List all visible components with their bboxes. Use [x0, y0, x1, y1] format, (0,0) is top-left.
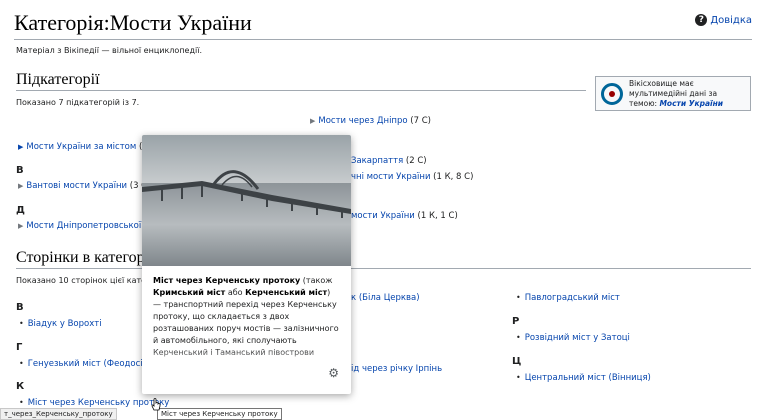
popup-bold-title: Міст через Керченську протоку: [153, 276, 301, 285]
letter-heading: В: [16, 302, 24, 313]
bullet: •: [19, 359, 24, 368]
subcat-link[interactable]: чні мости України: [351, 172, 430, 182]
page-link-label[interactable]: ід через річку Ірпінь: [351, 364, 442, 374]
commons-link[interactable]: Мости України: [659, 99, 723, 108]
expand-triangle-icon[interactable]: ▶: [310, 117, 315, 125]
bridge-photo[interactable]: [142, 135, 351, 266]
page-link-pavlohrad[interactable]: • Павлоградський міст: [516, 293, 620, 303]
subcat-mosty-ukrainy[interactable]: мости України (1 К, 1 С): [351, 211, 458, 221]
subcat-mosty-za-mistom[interactable]: ▶Мости України за містом (1: [18, 142, 148, 152]
subcat-count: (7 С): [410, 116, 431, 126]
pages-count: Показано 10 сторінок цієї катег: [16, 276, 151, 285]
subcat-dnipro[interactable]: ▶ Мости через Дніпро (7 С): [310, 116, 431, 126]
page-link-label[interactable]: к (Біла Церква): [351, 293, 420, 303]
page-link-label[interactable]: Розвідний міст у Затоці: [525, 333, 630, 343]
subcat-vantovi[interactable]: ▶ Вантові мости України (3 С: [18, 181, 147, 191]
page-title: Категорія:Мости України: [14, 10, 252, 35]
bullet: •: [19, 319, 24, 328]
expand-triangle-icon[interactable]: ▶: [18, 222, 23, 230]
link-tooltip: Міст через Керченську протоку: [157, 408, 282, 420]
page-link-label[interactable]: Міст через Керченську протоку: [28, 398, 170, 408]
subcategories-divider: [16, 90, 586, 91]
letter-heading: К: [16, 381, 25, 392]
letter-heading: Г: [16, 342, 23, 353]
expand-triangle-icon[interactable]: ▶: [18, 182, 23, 190]
subcat-link[interactable]: Вантові мости України: [26, 181, 127, 191]
letter-heading: Д: [16, 205, 25, 216]
subcategories-count: Показано 7 підкатегорій із 7.: [16, 98, 140, 107]
help-label[interactable]: Довідка: [710, 15, 752, 26]
popup-bold-alt: Керченський міст: [245, 288, 328, 297]
popup-fade: [142, 347, 351, 373]
page-link-label[interactable]: Генуезький міст (Феодосія: [28, 359, 148, 369]
help-link[interactable]: ? Довідка: [695, 14, 752, 26]
popup-bold-alt: Кримський міст: [153, 288, 226, 297]
bullet: •: [516, 293, 521, 302]
page-link-viaduk[interactable]: • Віадук у Ворохті: [19, 319, 102, 329]
tagline: Матеріал з Вікіпедії — вільної енциклопе…: [16, 46, 202, 55]
subcat-link[interactable]: Мости України за містом: [26, 142, 136, 152]
hand-cursor-icon: [151, 398, 161, 411]
subcat-link[interactable]: Закарпаття: [351, 156, 403, 166]
help-icon: ?: [695, 14, 708, 26]
pages-heading: Сторінки в категорії: [16, 249, 154, 266]
subcat-dnipropetrovska[interactable]: ▶ Мости Дніпропетровської о: [18, 221, 149, 231]
page-link-vinnytsia[interactable]: • Центральний міст (Вінниця): [516, 373, 651, 383]
commons-logo-icon: [601, 82, 623, 105]
page-link-henuezkyi[interactable]: • Генуезький міст (Феодосія: [19, 359, 148, 369]
status-bar-url: т_через_Керченську_протоку: [0, 408, 117, 420]
pages-divider: [16, 268, 751, 269]
subcat-zakarpattia[interactable]: Закарпаття (2 С): [351, 156, 427, 166]
bullet: •: [516, 333, 521, 342]
subcat-count: (1 К, 1 С): [417, 211, 458, 221]
gear-icon[interactable]: ⚙: [328, 366, 339, 380]
bullet: •: [19, 398, 24, 407]
letter-heading: Ц: [512, 356, 522, 367]
page-link-zatoka[interactable]: • Розвідний міст у Затоці: [516, 333, 630, 343]
page-link-kerch[interactable]: • Міст через Керченську протоку: [19, 398, 169, 408]
subcat-link[interactable]: Мости Дніпропетровської о: [26, 221, 149, 231]
commons-box: Вікісховище має мультимедійні дані за те…: [595, 76, 751, 111]
subcat-link[interactable]: мости України: [351, 211, 415, 221]
subcat-link[interactable]: Мости через Дніпро: [318, 116, 407, 126]
page-link-label[interactable]: Віадук у Ворохті: [28, 319, 102, 329]
page-link-label[interactable]: Павлоградський міст: [525, 293, 620, 303]
subcategories-heading: Підкатегорії: [16, 71, 100, 88]
expand-triangle-icon[interactable]: ▶: [18, 143, 23, 151]
subcat-count: (1 К, 8 С): [433, 172, 474, 182]
page-link-irpin[interactable]: ід через річку Ірпінь: [351, 364, 442, 374]
page-preview-popup[interactable]: Міст через Керченську протоку (також Кри…: [142, 135, 351, 394]
subcat-zaliznychni[interactable]: чні мости України (1 К, 8 С): [351, 172, 473, 182]
subcat-count: (2 С): [405, 156, 427, 166]
page-link-label[interactable]: Центральний міст (Вінниця): [525, 373, 651, 383]
letter-heading: В: [16, 165, 24, 176]
page-link-bila-tserkva[interactable]: к (Біла Церква): [351, 293, 420, 303]
title-divider: [14, 39, 752, 40]
popup-text: або: [225, 288, 246, 297]
letter-heading: Р: [512, 316, 520, 327]
popup-text: (також: [300, 276, 333, 285]
bullet: •: [516, 373, 521, 382]
